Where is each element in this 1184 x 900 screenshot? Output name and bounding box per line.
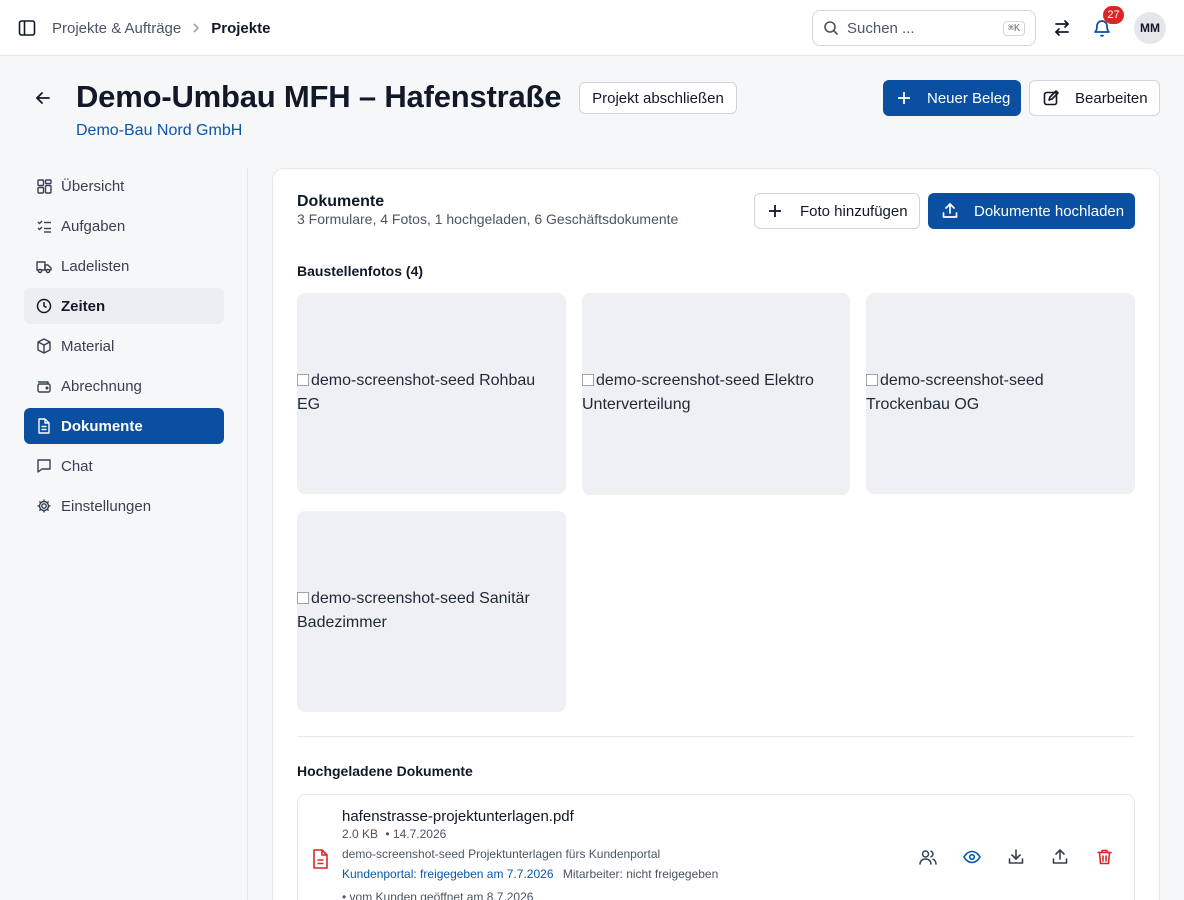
broken-image-icon	[866, 374, 878, 386]
photo-alt-text: demo-screenshot-seed Trockenbau OG	[866, 369, 1135, 417]
search-shortcut: ⌘K	[1002, 20, 1025, 36]
sidebar-toggle-icon[interactable]	[16, 17, 38, 39]
client-link[interactable]: Demo-Bau Nord GmbH	[76, 122, 242, 140]
sidebar-item-label: Dokumente	[61, 417, 143, 435]
wallet-icon	[36, 378, 52, 394]
breadcrumb-projects-orders[interactable]: Projekte & Aufträge	[52, 20, 181, 37]
package-icon	[36, 338, 52, 354]
pdf-file-icon	[310, 848, 330, 870]
sidebar-item-label: Übersicht	[61, 177, 125, 195]
clock-icon	[36, 298, 52, 314]
edit-label: Bearbeiten	[1075, 89, 1148, 107]
sidebar-item-material[interactable]: Material	[24, 328, 224, 364]
photo-alt-text: demo-screenshot-seed Rohbau EG	[297, 369, 566, 417]
sidebar-item-label: Zeiten	[61, 297, 106, 315]
share-employees-icon[interactable]	[918, 847, 938, 867]
eye-icon[interactable]	[962, 847, 982, 867]
sidebar-item-documents[interactable]: Dokumente	[24, 408, 224, 444]
page-title: Demo-Umbau MFH – Hafenstraße	[76, 79, 562, 114]
switch-arrows-icon[interactable]	[1050, 16, 1074, 40]
document-description: demo-screenshot-seed Projektunterlagen f…	[342, 847, 661, 861]
photo-tile[interactable]: demo-screenshot-seed Sanitär Badezimmer	[297, 511, 566, 712]
documents-title: Dokumente	[297, 193, 385, 210]
breadcrumb-projects[interactable]: Projekte	[211, 20, 270, 37]
truck-icon	[36, 258, 52, 274]
sidebar-item-label: Abrechnung	[61, 377, 142, 395]
sidebar-divider	[247, 168, 248, 900]
new-document-button[interactable]: Neuer Beleg	[883, 80, 1021, 116]
upload-documents-button[interactable]: Dokumente hochladen	[928, 193, 1135, 229]
chat-icon	[36, 458, 52, 474]
photo-tile[interactable]: demo-screenshot-seed Elektro Untervertei…	[582, 293, 850, 495]
plus-icon	[768, 204, 782, 218]
avatar[interactable]: MM	[1134, 12, 1166, 44]
broken-image-icon	[297, 374, 309, 386]
add-photo-button[interactable]: Foto hinzufügen	[754, 193, 920, 229]
photo-caption: demo-screenshot-seed Rohbau EG	[297, 372, 536, 413]
close-project-label: Projekt abschließen	[592, 89, 724, 107]
upload-icon	[942, 203, 958, 219]
uploaded-document-row[interactable]: hafenstrasse-projektunterlagen.pdf 2.0 K…	[297, 794, 1135, 900]
document-meta: 2.0 KB • 14.7.2026	[342, 827, 446, 841]
portal-status: Kundenportal: freigegeben am 7.7.2026	[342, 867, 554, 881]
document-date: • 14.7.2026	[385, 827, 447, 841]
close-project-button[interactable]: Projekt abschließen	[579, 82, 737, 114]
sidebar-item-overview[interactable]: Übersicht	[24, 168, 224, 204]
sidebar-item-label: Chat	[61, 457, 93, 475]
plus-icon	[897, 91, 911, 105]
sidebar-item-chat[interactable]: Chat	[24, 448, 224, 484]
download-icon[interactable]	[1006, 847, 1026, 867]
document-icon	[36, 418, 52, 434]
document-sharing-status: Kundenportal: freigegeben am 7.7.2026 Mi…	[342, 867, 718, 881]
sidebar-item-settings[interactable]: Einstellungen	[24, 488, 224, 524]
sidebar-item-label: Aufgaben	[61, 217, 126, 235]
photo-caption: demo-screenshot-seed Sanitär Badezimmer	[297, 590, 530, 631]
search-icon	[823, 20, 839, 36]
back-arrow-icon[interactable]	[32, 87, 54, 109]
employee-status: Mitarbeiter: nicht freigegeben	[562, 867, 719, 881]
section-divider	[297, 736, 1135, 737]
photo-alt-text: demo-screenshot-seed Elektro Untervertei…	[582, 369, 850, 417]
photo-caption: demo-screenshot-seed Trockenbau OG	[866, 372, 1044, 413]
search-input[interactable]: Suchen ... ⌘K	[812, 10, 1036, 46]
upload-documents-label: Dokumente hochladen	[974, 202, 1125, 220]
new-document-label: Neuer Beleg	[927, 89, 1011, 107]
gear-icon	[36, 498, 52, 514]
sidebar-item-times[interactable]: Zeiten	[24, 288, 224, 324]
breadcrumb: Projekte & Aufträge Projekte	[52, 0, 270, 56]
photo-caption: demo-screenshot-seed Elektro Untervertei…	[582, 372, 814, 413]
documents-card: Dokumente 3 Formulare, 4 Fotos, 1 hochge…	[272, 168, 1160, 900]
add-photo-label: Foto hinzufügen	[800, 202, 908, 220]
broken-image-icon	[297, 592, 309, 604]
sidebar-item-billing[interactable]: Abrechnung	[24, 368, 224, 404]
document-opened-info: • vom Kunden geöffnet am 8.7.2026	[342, 890, 534, 900]
documents-summary: 3 Formulare, 4 Fotos, 1 hochgeladen, 6 G…	[297, 211, 679, 227]
sidebar-item-label: Material	[61, 337, 115, 355]
photos-heading: Baustellenfotos (4)	[297, 263, 424, 279]
sidebar-item-label: Ladelisten	[61, 257, 130, 275]
uploaded-heading: Hochgeladene Dokumente	[297, 763, 473, 779]
search-placeholder: Suchen ...	[847, 19, 915, 37]
tasks-icon	[36, 218, 52, 234]
share-upload-icon[interactable]	[1050, 847, 1070, 867]
sidebar-item-tasks[interactable]: Aufgaben	[24, 208, 224, 244]
sidebar-item-loading-lists[interactable]: Ladelisten	[24, 248, 224, 284]
document-name[interactable]: hafenstrasse-projektunterlagen.pdf	[342, 808, 574, 825]
chevron-right-icon	[191, 22, 201, 34]
document-size: 2.0 KB	[342, 827, 379, 841]
notification-badge: 27	[1103, 6, 1124, 24]
broken-image-icon	[582, 374, 594, 386]
edit-icon	[1043, 90, 1059, 106]
dashboard-icon	[36, 178, 52, 194]
photo-tile[interactable]: demo-screenshot-seed Rohbau EG	[297, 293, 566, 494]
edit-button[interactable]: Bearbeiten	[1029, 80, 1160, 116]
photo-tile[interactable]: demo-screenshot-seed Trockenbau OG	[866, 293, 1135, 494]
top-bar: Projekte & Aufträge Projekte Suchen ... …	[0, 0, 1184, 56]
photo-alt-text: demo-screenshot-seed Sanitär Badezimmer	[297, 587, 566, 635]
sidebar-item-label: Einstellungen	[61, 497, 152, 515]
trash-icon[interactable]	[1094, 847, 1114, 867]
